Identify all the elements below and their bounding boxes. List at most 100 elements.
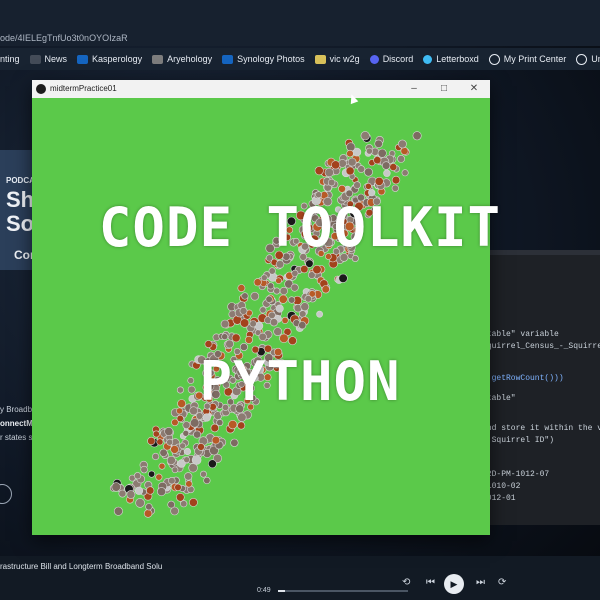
- sketch-dot: [176, 414, 184, 423]
- sketch-dot: [164, 426, 174, 436]
- sketch-dot: [239, 306, 248, 315]
- sketch-dot: [211, 436, 221, 445]
- sketch-dot: [360, 131, 370, 141]
- bookmark-item[interactable]: Letterboxd: [423, 54, 479, 64]
- sketch-dot: [182, 429, 190, 437]
- sketch-dot: [155, 473, 163, 481]
- bookmark-item[interactable]: Kasperology: [77, 54, 142, 64]
- sketch-dot: [374, 139, 383, 148]
- sketch-dot: [312, 265, 322, 275]
- sketch-dot: [133, 472, 142, 480]
- sketch-dot: [221, 333, 229, 341]
- sketch-dot: [401, 169, 409, 177]
- sketch-dot: [171, 466, 179, 474]
- sketch-dot: [275, 277, 282, 284]
- play-button[interactable]: ▶: [444, 574, 464, 594]
- sketch-dot: [225, 339, 234, 349]
- news-icon: [29, 54, 41, 64]
- sketch-dot: [357, 165, 366, 173]
- previous-icon[interactable]: ⏮: [426, 577, 435, 588]
- bookmark-item[interactable]: vic w2g: [314, 54, 360, 64]
- sketch-dot: [273, 327, 283, 336]
- sketch-dot: [265, 295, 273, 303]
- sketch-dot: [304, 295, 312, 303]
- sketch-dot: [288, 296, 296, 304]
- playback-progress[interactable]: [278, 590, 408, 592]
- bookmark-item[interactable]: My Print Center: [488, 53, 567, 65]
- sketch-canvas: [109, 131, 422, 518]
- sketch-dot: [203, 476, 211, 485]
- sketch-dot: [145, 503, 153, 511]
- sketch-dot: [345, 166, 355, 176]
- sketch-dot: [244, 335, 253, 344]
- sketch-dot: [258, 332, 267, 341]
- playback-progress-fill: [278, 590, 285, 592]
- sketch-dot: [249, 320, 257, 328]
- sketch-dot: [174, 483, 182, 491]
- sketch-dot: [382, 161, 391, 170]
- sketch-dot: [241, 292, 249, 300]
- sketch-dot: [240, 318, 250, 328]
- sketch-dot: [353, 181, 361, 189]
- minimize-icon[interactable]: –: [406, 82, 422, 96]
- bookmark-label: nting: [0, 54, 20, 64]
- sketch-dot: [298, 321, 307, 330]
- globe-icon: [576, 53, 588, 65]
- bookmark-label: Discord: [382, 54, 414, 64]
- sketch-dot: [237, 412, 247, 422]
- bookmark-item[interactable]: Synology Photos: [222, 54, 305, 64]
- sketch-dot: [324, 167, 334, 178]
- sketch-dot: [152, 430, 160, 438]
- sketch-dot: [275, 260, 285, 269]
- bookmark-item[interactable]: Universal Paperclips: [576, 53, 600, 65]
- sketch-dot: [166, 455, 176, 465]
- sketch-dot: [412, 131, 422, 141]
- bookmark-item[interactable]: Discord: [369, 54, 414, 64]
- close-icon[interactable]: ✕: [466, 82, 482, 96]
- sketch-dot: [176, 492, 185, 502]
- bookmark-item[interactable]: News: [29, 54, 67, 64]
- sketch-dot: [261, 274, 268, 281]
- bookmark-item[interactable]: nting: [0, 54, 20, 64]
- code-line: e Squirrel ID"): [482, 436, 555, 445]
- play-episode-button[interactable]: [0, 484, 12, 504]
- letterboxd-icon: [423, 54, 433, 64]
- sketch-dot: [126, 490, 136, 499]
- sketch-dot: [259, 306, 267, 314]
- sketch-dot: [146, 486, 155, 495]
- bookmark-label: My Print Center: [503, 54, 567, 64]
- sketch-dot: [273, 287, 281, 295]
- maximize-icon[interactable]: □: [436, 82, 452, 96]
- code-line: "table" variable: [482, 330, 559, 339]
- next-icon[interactable]: ⏭: [476, 577, 485, 588]
- sketch-dot: [316, 310, 323, 318]
- bookmark-item[interactable]: Aryehology: [152, 54, 212, 64]
- sketch-dot: [204, 340, 213, 348]
- skip-back-icon[interactable]: ⟲: [402, 577, 410, 588]
- sketch-dot: [327, 178, 336, 187]
- dsm-icon: [222, 54, 234, 64]
- overlay-subtitle: PYTHON: [199, 350, 401, 413]
- skip-forward-icon[interactable]: ⟳: [498, 577, 506, 588]
- sketch-dot: [391, 184, 399, 192]
- code-line: and store it within the vari: [482, 424, 600, 433]
- globe-icon: [488, 53, 500, 65]
- dsm-icon: [77, 54, 89, 64]
- sketch-dot: [207, 459, 217, 469]
- w2g-icon: [314, 54, 326, 64]
- overlay-title: CODE TOOLKIT: [98, 196, 502, 259]
- sketch-dot: [281, 316, 289, 324]
- address-bar[interactable]: ode/4IELEgTnfUo3t0nOYOIzaR: [0, 33, 128, 43]
- sketch-dot: [364, 167, 373, 177]
- bookmark-label: Aryehology: [167, 54, 213, 64]
- sketch-dot: [374, 176, 384, 186]
- sketch-dot: [185, 480, 193, 488]
- sketch-dot: [373, 156, 382, 165]
- sketch-dot: [190, 418, 200, 428]
- sketch-dot: [269, 318, 279, 327]
- sketch-dot: [191, 455, 202, 465]
- bookmark-label: vic w2g: [329, 54, 360, 64]
- sketch-dot: [279, 286, 288, 296]
- sketch-dot: [364, 182, 372, 190]
- sketch-dot: [291, 269, 299, 277]
